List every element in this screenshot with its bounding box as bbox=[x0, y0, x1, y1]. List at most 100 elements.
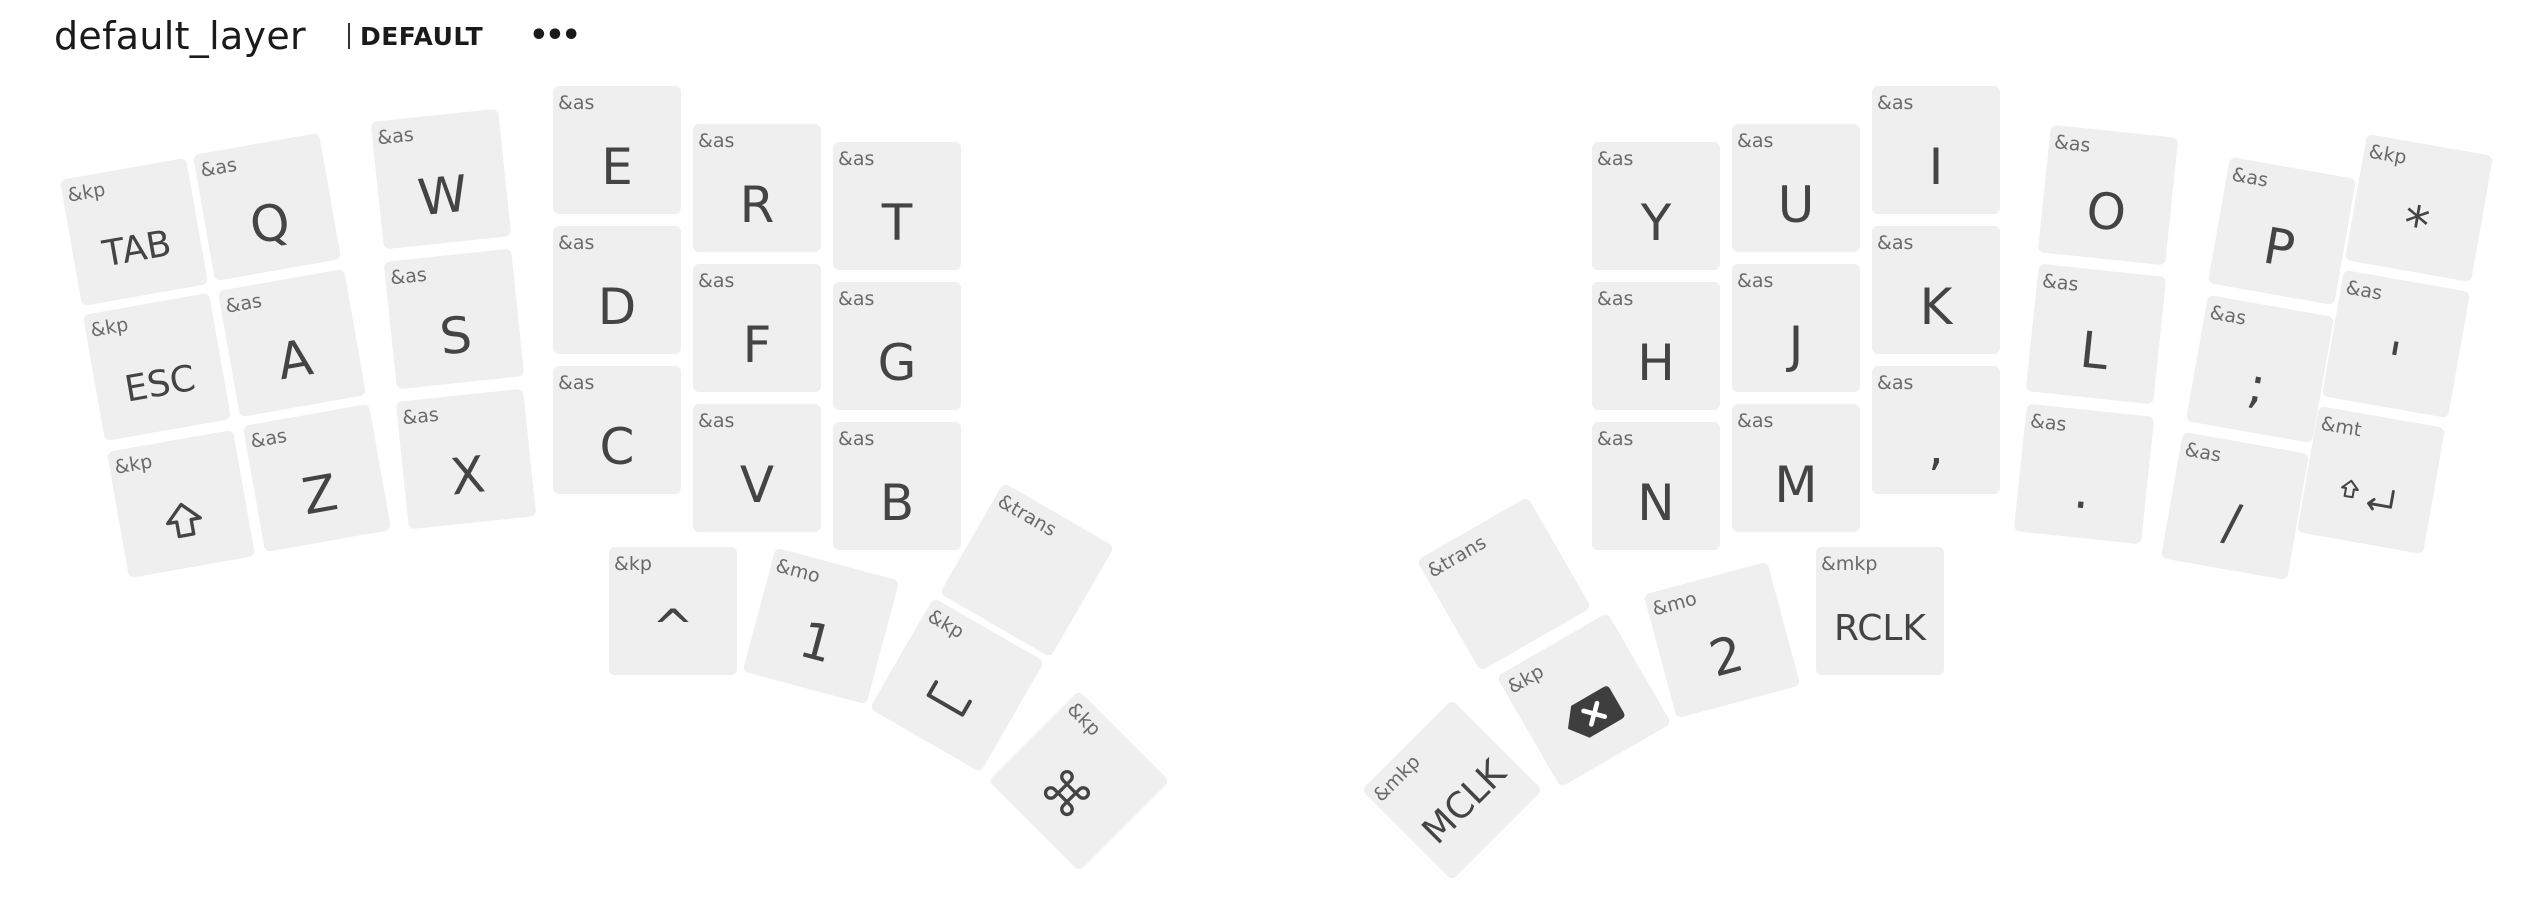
right-hand-key[interactable]: &as Y bbox=[1592, 142, 1720, 270]
left-hand-key[interactable]: &kp TAB bbox=[59, 157, 209, 307]
left-hand-key[interactable]: &as R bbox=[693, 124, 821, 252]
left-hand-key[interactable]: &as A bbox=[217, 268, 367, 418]
key-behavior: &as bbox=[1877, 372, 1914, 394]
key-behavior: &as bbox=[198, 153, 239, 182]
left-hand-key[interactable]: &as S bbox=[383, 248, 525, 390]
key-legend: * bbox=[2398, 194, 2434, 256]
key-legend: K bbox=[1919, 278, 1953, 336]
key-behavior: &as bbox=[838, 288, 875, 310]
key-behavior: &as bbox=[838, 428, 875, 450]
key-legend: / bbox=[2218, 492, 2246, 553]
key-behavior: &as bbox=[376, 123, 415, 150]
shift-icon bbox=[113, 463, 255, 578]
left-hand-key[interactable]: &kp bbox=[106, 429, 256, 579]
right-thumb-key[interactable]: &mo 2 bbox=[1643, 561, 1801, 719]
key-behavior: &as bbox=[2053, 131, 2092, 157]
key-legend: , bbox=[1928, 418, 1944, 476]
right-hand-key[interactable]: &as P bbox=[2207, 156, 2357, 306]
left-hand-key[interactable]: &as F bbox=[693, 264, 821, 392]
right-hand-key[interactable]: &as J bbox=[1732, 264, 1860, 392]
left-thumb-key[interactable]: &kp ^ bbox=[609, 547, 737, 675]
command-icon bbox=[988, 715, 1145, 872]
right-thumb-key[interactable]: &mkp RCLK bbox=[1816, 547, 1944, 675]
shift-enter-icon bbox=[2297, 439, 2439, 554]
right-hand-key[interactable]: &kp * bbox=[2344, 133, 2494, 283]
key-behavior: &as bbox=[2208, 301, 2248, 330]
key-behavior: &kp bbox=[614, 553, 652, 575]
key-behavior: &as bbox=[838, 148, 875, 170]
key-legend: G bbox=[877, 334, 917, 392]
key-behavior: &as bbox=[698, 270, 735, 292]
key-legend: B bbox=[879, 474, 915, 532]
key-behavior: &as bbox=[1597, 148, 1634, 170]
key-legend: Q bbox=[245, 191, 295, 256]
left-hand-key[interactable]: &as Q bbox=[192, 132, 342, 282]
left-hand-key[interactable]: &as C bbox=[553, 366, 681, 494]
key-behavior: &as bbox=[698, 130, 735, 152]
key-behavior: &as bbox=[401, 403, 440, 430]
key-legend: Y bbox=[1640, 194, 1672, 252]
key-legend: . bbox=[2071, 461, 2094, 521]
key-behavior: &kp bbox=[112, 450, 154, 479]
key-behavior: &mt bbox=[2319, 412, 2364, 442]
key-legend: ESC bbox=[121, 357, 199, 411]
key-legend: S bbox=[436, 305, 475, 367]
left-hand-key[interactable]: &as D bbox=[553, 226, 681, 354]
right-hand-key[interactable]: &as, bbox=[1872, 366, 2000, 494]
key-behavior: &as bbox=[698, 410, 735, 432]
key-legend: 1 bbox=[793, 610, 840, 675]
key-behavior: &as bbox=[1877, 92, 1914, 114]
right-hand-key[interactable]: &as ' bbox=[2321, 269, 2471, 419]
key-behavior: &as bbox=[1597, 428, 1634, 450]
left-hand-key[interactable]: &as B bbox=[833, 422, 961, 550]
left-hand-key[interactable]: &kp ESC bbox=[82, 292, 232, 442]
key-behavior: &kp bbox=[65, 178, 107, 207]
right-hand-key[interactable]: &as O bbox=[2037, 124, 2179, 266]
key-legend: RCLK bbox=[1833, 607, 1927, 649]
space-bar-icon bbox=[870, 627, 1028, 772]
key-behavior: &mo bbox=[1649, 587, 1700, 621]
key-behavior: &kp bbox=[2367, 140, 2409, 169]
left-hand-key[interactable]: &as T bbox=[833, 142, 961, 270]
key-legend: A bbox=[273, 328, 317, 392]
key-legend: J bbox=[1788, 316, 1804, 374]
right-hand-key[interactable]: &as; bbox=[2185, 294, 2335, 444]
right-hand-key[interactable]: &as. bbox=[2013, 403, 2155, 545]
left-hand-key[interactable]: &as X bbox=[395, 388, 537, 530]
left-hand-key[interactable]: &as W bbox=[370, 108, 512, 250]
key-behavior: &as bbox=[223, 289, 264, 318]
key-legend: R bbox=[739, 176, 775, 234]
key-legend: MCLK bbox=[1414, 752, 1514, 852]
key-legend: M bbox=[1774, 456, 1818, 514]
left-thumb-key[interactable]: &kp bbox=[988, 690, 1170, 872]
key-behavior: &as bbox=[2230, 163, 2270, 192]
right-hand-key[interactable]: &as / bbox=[2160, 431, 2310, 581]
key-legend: E bbox=[601, 138, 633, 196]
right-hand-key[interactable]: &as M bbox=[1732, 404, 1860, 532]
key-legend: H bbox=[1637, 334, 1675, 392]
right-hand-key[interactable]: &as H bbox=[1592, 282, 1720, 410]
key-legend: Z bbox=[298, 463, 342, 527]
right-hand-key[interactable]: &as K bbox=[1872, 226, 2000, 354]
left-hand-key[interactable]: &as V bbox=[693, 404, 821, 532]
right-hand-key[interactable]: &mt bbox=[2296, 405, 2446, 555]
left-hand-key[interactable]: &as Z bbox=[242, 403, 392, 553]
right-hand-key[interactable]: &as I bbox=[1872, 86, 2000, 214]
key-behavior: &as bbox=[1597, 288, 1634, 310]
key-behavior: &as bbox=[248, 424, 289, 453]
key-legend: F bbox=[742, 316, 772, 374]
key-behavior: &as bbox=[2183, 438, 2223, 467]
key-legend: D bbox=[597, 278, 637, 336]
right-hand-key[interactable]: &as L bbox=[2025, 263, 2167, 405]
right-thumb-key[interactable]: &mkp MCLK bbox=[1361, 699, 1543, 881]
left-hand-key[interactable]: &as G bbox=[833, 282, 961, 410]
key-legend: X bbox=[447, 445, 488, 507]
key-behavior: &mo bbox=[773, 554, 823, 588]
right-hand-key[interactable]: &as N bbox=[1592, 422, 1720, 550]
key-legend: N bbox=[1637, 474, 1675, 532]
key-behavior: &as bbox=[558, 92, 595, 114]
right-hand-key[interactable]: &as U bbox=[1732, 124, 1860, 252]
key-behavior: &as bbox=[1737, 270, 1774, 292]
left-hand-key[interactable]: &as E bbox=[553, 86, 681, 214]
left-thumb-key[interactable]: &mo 1 bbox=[742, 547, 900, 705]
